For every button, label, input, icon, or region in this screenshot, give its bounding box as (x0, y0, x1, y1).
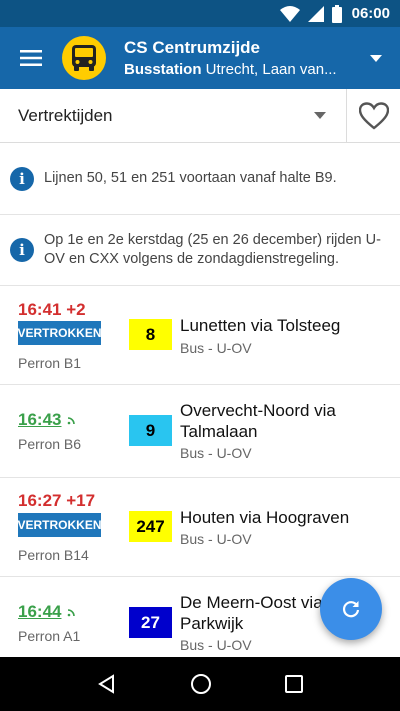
departure-row[interactable]: 16:41 +2 VERTROKKEN Perron B1 8 Lunetten… (0, 286, 400, 385)
departure-time: 16:43 (18, 410, 62, 429)
bus-icon (72, 45, 96, 71)
platform: Perron A1 (18, 628, 81, 644)
clock: 06:00 (351, 5, 390, 22)
bus-logo (62, 36, 106, 80)
destination: Lunetten via Tolsteeg (180, 316, 341, 335)
notice-item: i Lijnen 50, 51 en 251 voortaan vanaf ha… (0, 143, 400, 215)
stop-subtitle: Busstation Utrecht, Laan van... (124, 61, 352, 78)
view-select-value: Vertrektijden (18, 105, 113, 125)
departure-row[interactable]: 16:43 Perron B6 9 Overvecht-Noord via Ta… (0, 385, 400, 478)
app-bar: CS Centrumzijde Busstation Utrecht, Laan… (0, 27, 400, 89)
stop-subtitle-rest: Utrecht, Laan van... (201, 61, 337, 78)
realtime-icon (68, 417, 76, 425)
dropdown-arrow-icon (314, 112, 326, 119)
notice-text: Lijnen 50, 51 en 251 voortaan vanaf halt… (44, 170, 337, 186)
notice-item: i Op 1e en 2e kerstdag (25 en 26 decembe… (0, 215, 400, 286)
line-number: 9 (129, 415, 172, 446)
back-icon[interactable] (97, 674, 117, 694)
view-select[interactable]: Vertrektijden (0, 89, 346, 142)
battery-icon (331, 4, 342, 23)
departure-time-group: 16:43 (18, 410, 77, 430)
transport-mode: Bus - U-OV (180, 340, 252, 356)
departure-time-group: 16:44 (18, 602, 77, 622)
wifi-icon (279, 5, 300, 22)
stop-dropdown-button[interactable] (352, 27, 400, 89)
status-badge: VERTROKKEN (18, 321, 102, 345)
stop-title-block[interactable]: CS Centrumzijde Busstation Utrecht, Laan… (124, 38, 352, 78)
recents-icon[interactable] (285, 675, 304, 693)
info-icon: i (10, 166, 34, 191)
platform: Perron B14 (18, 547, 89, 563)
refresh-button[interactable] (320, 578, 382, 640)
departure-time: 16:41 +2 (18, 300, 86, 319)
transport-mode: Bus - U-OV (180, 637, 252, 653)
refresh-icon (342, 601, 360, 618)
stop-subtitle-bold: Busstation (124, 61, 202, 78)
platform: Perron B1 (18, 355, 82, 371)
menu-button[interactable] (0, 27, 62, 89)
favorite-button[interactable] (346, 89, 400, 142)
realtime-icon (68, 609, 76, 617)
departure-time: 16:27 +17 (18, 491, 96, 510)
destination: Houten via Hoograven (180, 508, 350, 527)
departure-row[interactable]: 16:27 +17 VERTROKKEN Perron B14 247 Hout… (0, 478, 400, 577)
info-icon: i (10, 238, 34, 262)
line-number: 247 (129, 511, 172, 542)
destination: Overvecht-Noord via Talmalaan (180, 401, 336, 441)
stop-title: CS Centrumzijde (124, 38, 261, 57)
heart-outline-icon (358, 101, 389, 130)
platform: Perron B6 (18, 436, 82, 452)
filter-row: Vertrektijden (0, 89, 400, 143)
transport-mode: Bus - U-OV (180, 531, 252, 547)
menu-icon (20, 50, 42, 66)
home-icon[interactable] (190, 673, 212, 695)
status-badge: VERTROKKEN (18, 513, 102, 537)
signal-icon (307, 5, 324, 22)
line-number: 27 (129, 607, 172, 638)
departure-time: 16:44 (18, 602, 62, 621)
line-number: 8 (129, 319, 172, 350)
dropdown-arrow-icon (370, 54, 382, 62)
status-bar: 06:00 (0, 0, 400, 27)
system-nav-bar (0, 657, 400, 711)
notice-text: Op 1e en 2e kerstdag (25 en 26 december)… (44, 232, 381, 267)
transport-mode: Bus - U-OV (180, 445, 252, 461)
